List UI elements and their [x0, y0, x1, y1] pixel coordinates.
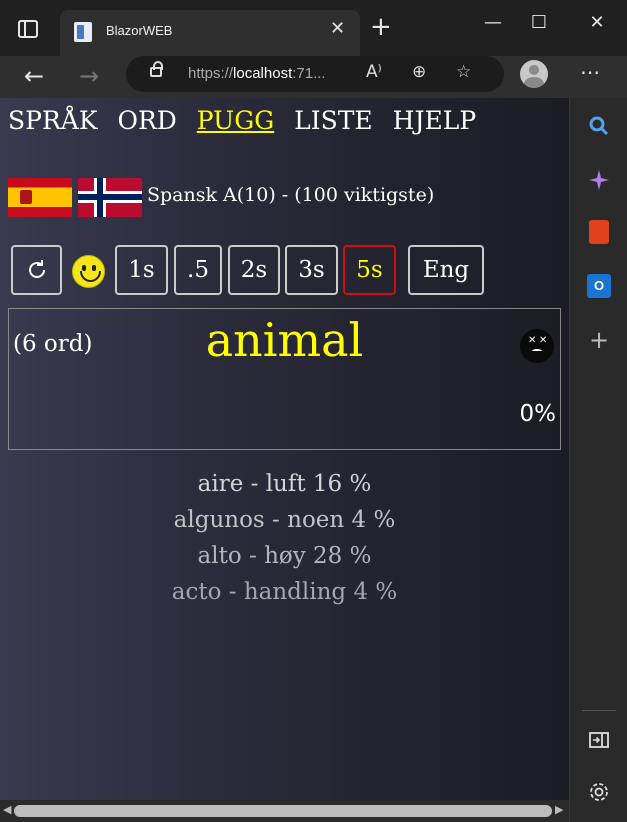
- smiley-icon[interactable]: [72, 255, 105, 288]
- browser-sidebar: O +: [569, 98, 627, 822]
- forward-arrow-icon[interactable]: →: [79, 62, 99, 90]
- norway-flag[interactable]: [78, 178, 142, 217]
- add-icon[interactable]: +: [587, 328, 611, 352]
- progress-percent: 0%: [519, 401, 557, 427]
- language-button[interactable]: Eng: [408, 245, 484, 295]
- result-item: aire - luft 16 %: [197, 471, 372, 497]
- tab-title: BlazorWEB: [106, 23, 173, 38]
- menu-item-liste[interactable]: LISTE: [294, 106, 373, 135]
- page-content: SPRÅK ORD PUGG LISTE HJELP Spansk A(10) …: [0, 98, 569, 800]
- back-arrow-icon[interactable]: ←: [24, 62, 44, 90]
- copilot-icon[interactable]: [587, 168, 611, 192]
- result-item: algunos - noen 4 %: [173, 507, 396, 533]
- settings-icon[interactable]: [587, 780, 611, 804]
- maximize-icon[interactable]: ☐: [524, 12, 554, 33]
- outlook-icon[interactable]: O: [587, 274, 611, 298]
- main-menu: SPRÅK ORD PUGG LISTE HJELP: [8, 106, 488, 135]
- results-list: aire - luft 16 % algunos - noen 4 % alto…: [0, 466, 569, 610]
- favicon-icon: [74, 22, 92, 42]
- result-item: acto - handling 4 %: [171, 579, 398, 605]
- speed-1s-button[interactable]: 1s: [115, 245, 168, 295]
- menu-item-hjelp[interactable]: HJELP: [393, 106, 477, 135]
- lock-icon[interactable]: [150, 61, 163, 77]
- title-bar: BlazorWEB ✕ + — ☐ ✕: [0, 0, 627, 56]
- office-icon[interactable]: [589, 220, 609, 244]
- new-tab-icon[interactable]: +: [370, 14, 392, 40]
- browser-tab[interactable]: BlazorWEB ✕: [60, 10, 360, 56]
- close-icon[interactable]: ✕: [582, 12, 612, 33]
- menu-item-sprak[interactable]: SPRÅK: [8, 106, 98, 135]
- refresh-icon: [28, 260, 45, 278]
- menu-item-ord[interactable]: ORD: [117, 106, 176, 135]
- refresh-button[interactable]: [11, 245, 62, 295]
- read-aloud-icon[interactable]: A⁾: [366, 62, 382, 82]
- speed-3s-button[interactable]: 3s: [285, 245, 338, 295]
- horizontal-scrollbar[interactable]: ◀ ▶: [0, 800, 569, 822]
- browser-toolbar: ← → https://localhost:71... A⁾ ⊕ ☆ ⋯: [0, 56, 627, 98]
- current-word: animal: [205, 313, 364, 367]
- split-screen-icon[interactable]: [587, 728, 611, 752]
- menu-item-pugg[interactable]: PUGG: [197, 106, 274, 135]
- tab-actions-icon[interactable]: [18, 20, 38, 38]
- result-item: alto - høy 28 %: [197, 543, 372, 569]
- speed-half-button[interactable]: .5: [174, 245, 222, 295]
- more-icon[interactable]: ⋯: [580, 60, 600, 84]
- speed-5s-button[interactable]: 5s: [343, 245, 396, 295]
- scrollbar-thumb[interactable]: [14, 805, 552, 817]
- search-icon[interactable]: [587, 114, 611, 138]
- scroll-left-icon[interactable]: ◀: [3, 803, 11, 816]
- word-card: (6 ord) animal ✕ ✕ 0%: [8, 308, 561, 450]
- profile-avatar-icon[interactable]: [520, 60, 548, 88]
- address-bar[interactable]: https://localhost:71... A⁾ ⊕ ☆: [126, 56, 504, 92]
- close-tab-icon[interactable]: ✕: [330, 18, 345, 39]
- spain-flag[interactable]: [8, 178, 72, 217]
- scroll-right-icon[interactable]: ▶: [555, 803, 563, 816]
- favorites-add-icon[interactable]: ☆: [456, 62, 471, 82]
- url-text: https://localhost:71...: [188, 65, 326, 82]
- minimize-icon[interactable]: —: [478, 12, 508, 33]
- dead-face-icon[interactable]: ✕ ✕: [520, 329, 554, 363]
- zoom-icon[interactable]: ⊕: [412, 62, 426, 82]
- course-label: Spansk A(10) - (100 viktigste): [147, 184, 435, 206]
- speed-2s-button[interactable]: 2s: [228, 245, 280, 295]
